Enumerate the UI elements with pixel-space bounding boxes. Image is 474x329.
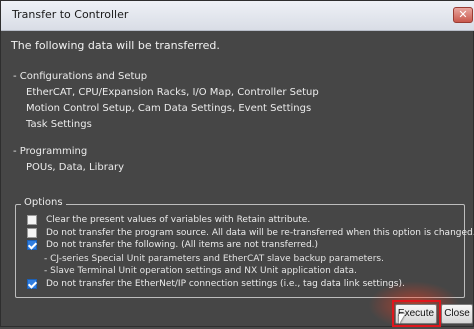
config-section: - Configurations and Setup EtherCAT, CPU… xyxy=(13,69,319,133)
window-title: Transfer to Controller xyxy=(12,8,129,21)
option-label: Do not transfer the program source. All … xyxy=(46,228,474,238)
option-label: Clear the present values of variables wi… xyxy=(46,215,311,225)
title-bar: Transfer to Controller ✕ xyxy=(1,1,474,31)
checkbox-no-transfer-following[interactable] xyxy=(27,240,37,250)
transfer-dialog: Transfer to Controller ✕ The following d… xyxy=(0,0,474,329)
checkbox-no-ethernetip[interactable] xyxy=(27,279,37,289)
checkbox-no-program-source[interactable] xyxy=(27,228,37,238)
options-legend: Options xyxy=(21,197,66,208)
config-line: Task Settings xyxy=(26,119,92,130)
option-label: Do not transfer the EtherNet/IP connecti… xyxy=(46,279,405,289)
option-no-program-source[interactable]: Do not transfer the program source. All … xyxy=(27,228,474,238)
config-line: EtherCAT, CPU/Expansion Racks, I/O Map, … xyxy=(26,87,319,98)
config-line: Motion Control Setup, Cam Data Settings,… xyxy=(26,103,312,114)
option-sub-item: - Slave Terminal Unit operation settings… xyxy=(44,266,357,276)
option-sub-item: - CJ-series Special Unit parameters and … xyxy=(44,254,384,264)
option-label: Do not transfer the following. (All item… xyxy=(46,240,319,250)
option-no-ethernetip[interactable]: Do not transfer the EtherNet/IP connecti… xyxy=(27,279,405,289)
option-clear-retain[interactable]: Clear the present values of variables wi… xyxy=(27,215,310,225)
close-button[interactable]: Close xyxy=(441,304,473,324)
checkbox-clear-retain[interactable] xyxy=(27,215,37,225)
programming-section: - Programming POUs, Data, Library xyxy=(13,144,124,176)
option-no-transfer-following[interactable]: Do not transfer the following. (All item… xyxy=(27,240,318,250)
mouse-cursor-icon xyxy=(399,314,405,324)
close-icon[interactable]: ✕ xyxy=(453,7,473,23)
programming-line: POUs, Data, Library xyxy=(26,162,124,173)
config-heading: - Configurations and Setup xyxy=(13,71,148,82)
intro-text: The following data will be transferred. xyxy=(11,39,220,52)
programming-heading: - Programming xyxy=(13,146,88,157)
